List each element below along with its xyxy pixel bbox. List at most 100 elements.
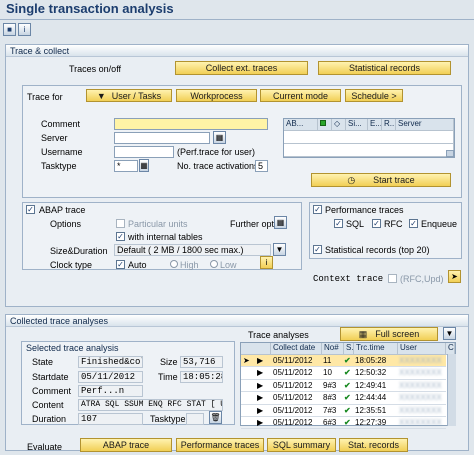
particular-units-checkbox[interactable] [116,219,125,228]
trace-collect-header: Trace & collect [6,45,468,57]
table-row[interactable]: ▶ 05/11/2012 6#3 ✔ 12:27:39 XXXXXXXX [241,417,446,430]
title-divider [0,19,474,20]
expand-icon: ▶ [257,393,264,403]
options-label: Options [50,219,82,229]
expand-icon: ▶ [257,405,264,415]
abap-trace-header: ABAP trace [39,205,86,215]
size-duration-dropdown-icon[interactable]: ▼ [273,243,286,256]
size-value: 53,716 [180,356,223,368]
duration-label: Duration [32,414,67,424]
trc-time-cell: 12:49:41 [355,380,387,390]
grid-header-server[interactable]: Server [396,119,454,131]
collect-ext-traces-button[interactable]: Collect ext. traces [175,61,308,75]
auto-checkbox[interactable]: ✓ [116,260,125,269]
current-mode-button[interactable]: Current mode [260,89,341,102]
grid-scroll-icon[interactable] [446,150,454,157]
info-icon[interactable]: i [260,256,273,269]
eval-sql-summary-button[interactable]: SQL summary [267,438,336,452]
table-row[interactable]: ➤ ▶ 05/11/2012 11 ✔ 18:05:28 XXXXXXXX [241,355,446,368]
state-label: State [32,357,54,367]
table-row[interactable]: ▶ 05/11/2012 10 ✔ 12:50:32 XXXXXXXX [241,367,446,380]
table-scrollbar[interactable] [447,354,456,426]
start-trace-button[interactable]: ◷ Start trace [311,173,451,187]
collect-date-cell: 05/11/2012 [273,380,313,390]
grid-header-r[interactable]: R... [382,119,396,131]
comment-input[interactable] [114,118,268,130]
grid-header-e[interactable]: E... [368,119,382,131]
server-value-help-icon[interactable]: ▦ [213,131,226,144]
user-tasks-button[interactable]: ▼ User / Tasks [86,89,172,102]
no-cell: 7#3 [323,405,337,415]
col-header-status[interactable]: S. [344,343,354,355]
further-options-icon[interactable]: ▦ [274,216,287,229]
col-header-user[interactable]: User [398,343,446,355]
trc-time-cell: 18:05:28 [355,356,387,365]
content-label: Content [32,400,64,410]
with-internal-tables-checkbox[interactable]: ✓ [116,232,125,241]
statistical-records-button[interactable]: Statistical records [318,61,451,75]
eval-abap-trace-button[interactable]: ABAP trace [80,438,172,452]
collected-header: Collected trace analyses [6,315,468,327]
row-select-icon [243,368,253,378]
eval-stat-records-button[interactable]: Stat. records [339,438,408,452]
sql-label: SQL [346,219,365,229]
rfc-checkbox[interactable]: ✓ [372,219,381,228]
server-input[interactable] [114,132,210,144]
col-header-select[interactable] [241,343,271,355]
filter-icon[interactable]: ▼ [443,327,456,340]
table-row[interactable]: ▶ 05/11/2012 9#3 ✔ 12:49:41 XXXXXXXX [241,380,446,393]
full-screen-button[interactable]: ▦ Full screen [340,327,438,341]
rfc-upd-checkbox[interactable] [388,274,397,283]
comment-label: Comment [41,119,81,129]
clock-type-label: Clock type [50,260,93,270]
grid-header-si[interactable]: Si... [346,119,368,131]
col-header-no[interactable]: No# [322,343,344,355]
clock-icon: ◷ [347,174,356,185]
tasktype-value-help-icon[interactable]: ▦ [139,159,149,172]
abap-trace-checkbox[interactable]: ✓ [26,205,35,214]
trace-for-label: Trace for [27,92,63,102]
username-input[interactable] [114,146,174,158]
server-grid[interactable]: AB... ◇ Si... E... R... Server [283,118,455,158]
grid-header-status[interactable] [318,119,332,131]
performance-traces-checkbox[interactable]: ✓ [313,205,322,214]
arrow-right-icon[interactable]: ➤ [448,270,461,283]
context-trace-label: Context trace [313,274,384,284]
col-header-trc-time[interactable]: Trc.time [354,343,398,355]
no-trace-activations-label: No. trace activations [177,161,259,171]
table-row[interactable]: ▶ 05/11/2012 7#3 ✔ 12:35:51 XXXXXXXX [241,405,446,417]
trash-icon[interactable]: 🗑 [209,411,222,424]
expand-icon: ▶ [257,380,264,390]
with-internal-tables-label: with internal tables [128,232,203,242]
grid-header-diamond[interactable]: ◇ [332,119,346,131]
row-select-icon [243,381,253,391]
workprocess-button[interactable]: Workprocess [176,89,257,102]
sql-checkbox[interactable]: ✓ [334,219,343,228]
schedule-button[interactable]: Schedule > [345,89,403,102]
evaluate-label: Evaluate [27,442,63,452]
info-icon[interactable]: i [18,23,31,36]
col-header-collect-date[interactable]: Collect date [271,343,322,355]
trace-analyses-label: Trace analyses [248,330,309,340]
grid-header-ab[interactable]: AB... [284,119,318,131]
eval-performance-traces-button[interactable]: Performance traces [176,438,264,452]
enqueue-checkbox[interactable]: ✓ [409,219,418,228]
user-tasks-label: User / Tasks [111,90,162,101]
expand-icon: ▶ [257,418,264,427]
table-row[interactable]: ▶ 05/11/2012 8#3 ✔ 12:44:44 XXXXXXXX [241,392,446,405]
size-duration-select[interactable]: Default ( 2 MB / 1800 sec max.) [114,244,271,256]
status-check-icon: ✔ [344,380,351,390]
tasktype-value [186,413,204,425]
traces-on-off-label: Traces on/off [69,64,122,74]
no-trace-activations-input[interactable]: 5 [255,160,268,172]
stat-records-top-checkbox[interactable]: ✓ [313,245,322,254]
high-radio[interactable] [170,260,178,268]
selected-row-icon: ➤ [243,356,250,365]
rfc-label: RFC [384,219,403,229]
user-cell: XXXXXXXX [399,418,442,427]
tasktype-input[interactable]: * [114,160,138,172]
trc-time-cell: 12:50:32 [355,368,387,378]
save-icon[interactable]: ■ [3,23,16,36]
low-radio[interactable] [210,260,218,268]
time-value: 18:05:28 [180,371,223,383]
